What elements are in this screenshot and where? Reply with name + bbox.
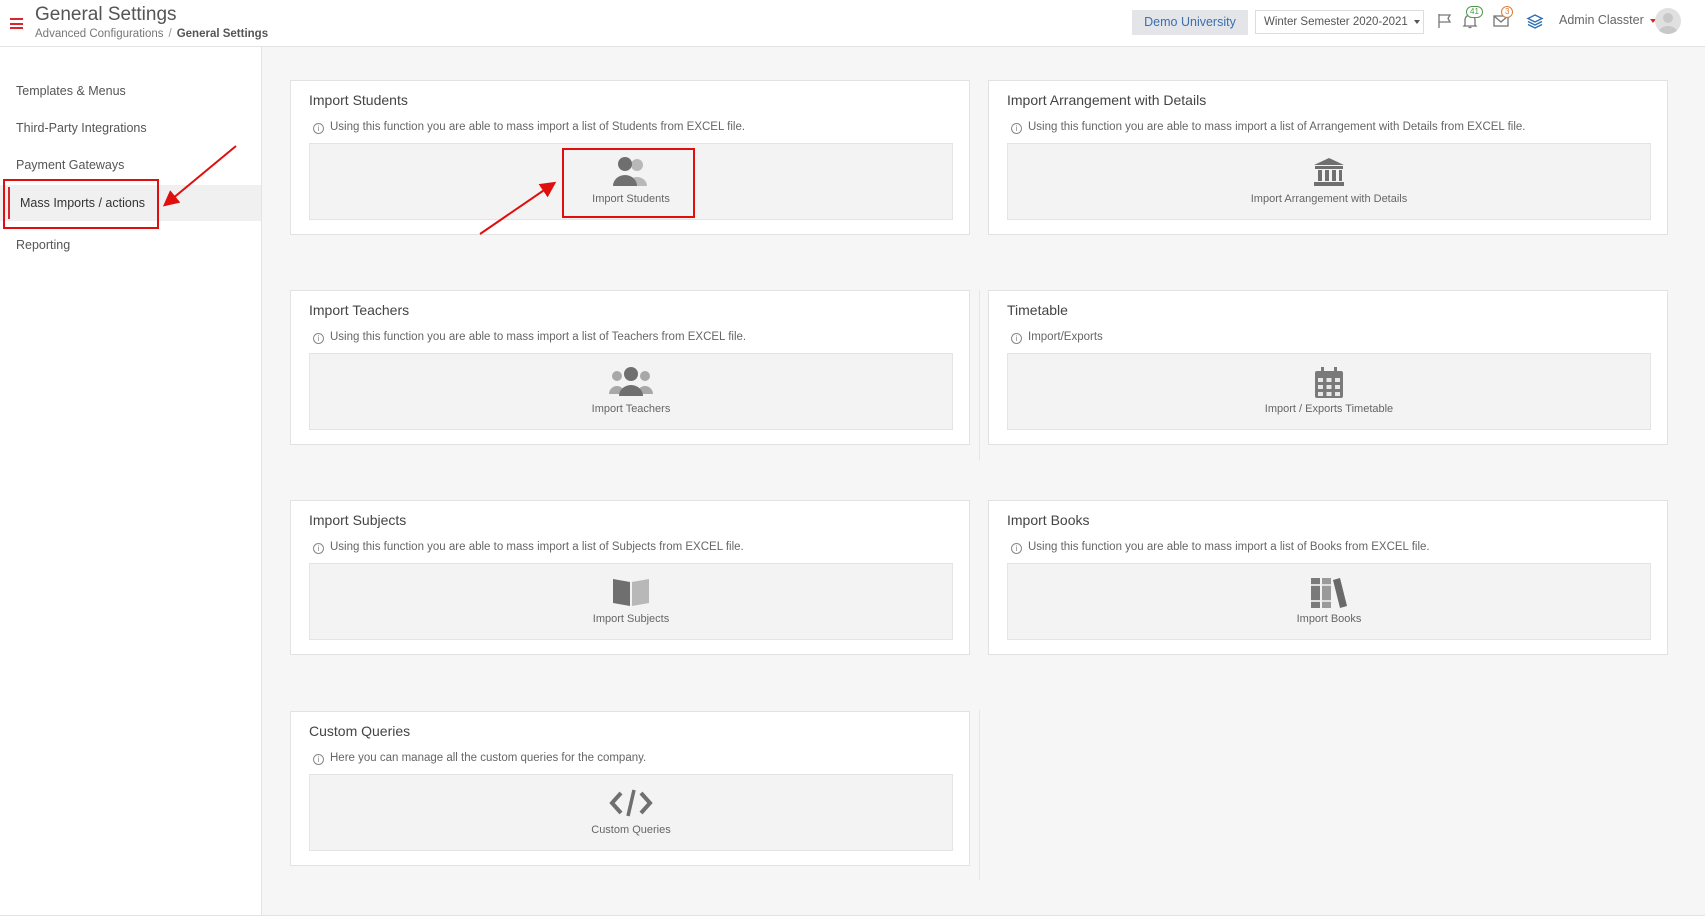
- semester-select[interactable]: Winter Semester 2020-2021: [1255, 10, 1424, 34]
- action-label: Custom Queries: [591, 824, 671, 836]
- card-description: i Using this function you are able to mas…: [313, 331, 746, 344]
- sidebar-item-integrations[interactable]: Third-Party Integrations: [0, 110, 261, 146]
- annotation-highlight-box: [3, 179, 159, 229]
- sidebar-item-label: Templates & Menus: [16, 84, 126, 98]
- info-icon: i: [1011, 543, 1022, 554]
- import-books-button[interactable]: Import Books: [1007, 563, 1651, 640]
- card-description: i Using this function you are able to mas…: [313, 121, 745, 134]
- sidebar-item-label: Payment Gateways: [16, 158, 125, 172]
- sidebar: Templates & Menus Third-Party Integratio…: [0, 47, 262, 915]
- column-divider: [979, 290, 980, 460]
- chevron-down-icon: [1413, 19, 1420, 24]
- info-icon: i: [313, 543, 324, 554]
- action-label: Import / Exports Timetable: [1264, 403, 1394, 415]
- card-title: Import Arrangement with Details: [1007, 92, 1207, 108]
- info-icon: i: [313, 333, 324, 344]
- sidebar-item-label: Reporting: [16, 238, 71, 252]
- info-icon: i: [1011, 333, 1022, 344]
- import-arrangement-button[interactable]: Import Arrangement with Details: [1007, 143, 1651, 220]
- action-label: Import Arrangement with Details: [1250, 193, 1408, 205]
- card-title: Import Subjects: [309, 512, 407, 528]
- card-import-teachers: Import Teachers i Using this function you…: [290, 290, 970, 445]
- sidebar-item-payment-gateways[interactable]: Payment Gateways: [0, 147, 261, 183]
- user-name: Admin Classter: [1559, 13, 1644, 27]
- footer-bar: [0, 915, 1705, 922]
- card-description: i Using this function you are able to mas…: [313, 541, 744, 554]
- action-label: Import Teachers: [591, 403, 671, 415]
- books-icon: [1311, 578, 1347, 608]
- card-title: Import Teachers: [309, 302, 410, 318]
- institution-icon: [1314, 158, 1344, 186]
- hamburger-menu-icon[interactable]: [10, 18, 23, 29]
- book-open-icon: [613, 579, 649, 606]
- import-exports-timetable-button[interactable]: Import / Exports Timetable: [1007, 353, 1651, 430]
- user-silhouette-icon: [1658, 13, 1678, 34]
- card-title: Import Students: [309, 92, 408, 108]
- card-timetable: Timetable i Import/Exports Import / Expor…: [988, 290, 1668, 445]
- card-import-subjects: Import Subjects i Using this function you…: [290, 500, 970, 655]
- card-description: i Using this function you are able to mas…: [1011, 121, 1525, 134]
- action-label: Import Books: [1296, 613, 1362, 625]
- code-icon: [609, 789, 653, 817]
- import-teachers-button[interactable]: Import Teachers: [309, 353, 953, 430]
- avatar[interactable]: [1655, 8, 1681, 34]
- breadcrumb: Advanced Configurations / General Settings: [35, 28, 269, 40]
- top-header: General Settings Advanced Configurations…: [0, 0, 1705, 47]
- import-subjects-button[interactable]: Import Subjects: [309, 563, 953, 640]
- card-title: Import Books: [1007, 512, 1090, 528]
- card-description: i Import/Exports: [1011, 331, 1103, 344]
- sidebar-item-templates[interactable]: Templates & Menus: [0, 73, 261, 109]
- column-divider: [979, 710, 980, 880]
- sidebar-item-label: Third-Party Integrations: [16, 121, 147, 135]
- organization-button[interactable]: Demo University: [1132, 10, 1248, 35]
- card-import-arrangement: Import Arrangement with Details i Using t…: [988, 80, 1668, 235]
- page-title: General Settings: [35, 4, 177, 25]
- info-icon: i: [313, 754, 324, 765]
- card-description: i Using this function you are able to mas…: [1011, 541, 1430, 554]
- breadcrumb-item-advanced[interactable]: Advanced Configurations: [35, 28, 164, 40]
- action-label: Import Subjects: [592, 613, 670, 625]
- custom-queries-button[interactable]: Custom Queries: [309, 774, 953, 851]
- notifications-badge: 41: [1466, 6, 1483, 18]
- semester-value: Winter Semester 2020-2021: [1264, 16, 1408, 28]
- user-menu[interactable]: Admin Classter: [1559, 13, 1656, 27]
- info-icon: i: [1011, 123, 1022, 134]
- calendar-icon: [1315, 367, 1343, 398]
- card-import-books: Import Books i Using this function you ar…: [988, 500, 1668, 655]
- group-icon: [609, 367, 653, 396]
- card-description: i Here you can manage all the custom quer…: [313, 752, 646, 765]
- layers-icon[interactable]: [1526, 12, 1544, 30]
- card-custom-queries: Custom Queries i Here you can manage all …: [290, 711, 970, 866]
- card-title: Timetable: [1007, 302, 1068, 318]
- card-title: Custom Queries: [309, 723, 411, 739]
- sidebar-item-reporting[interactable]: Reporting: [0, 227, 261, 263]
- info-icon: i: [313, 123, 324, 134]
- annotation-highlight-box: [562, 148, 695, 218]
- breadcrumb-item-current: General Settings: [176, 28, 269, 40]
- messages-badge: 3: [1501, 6, 1514, 18]
- flag-icon[interactable]: [1436, 12, 1454, 30]
